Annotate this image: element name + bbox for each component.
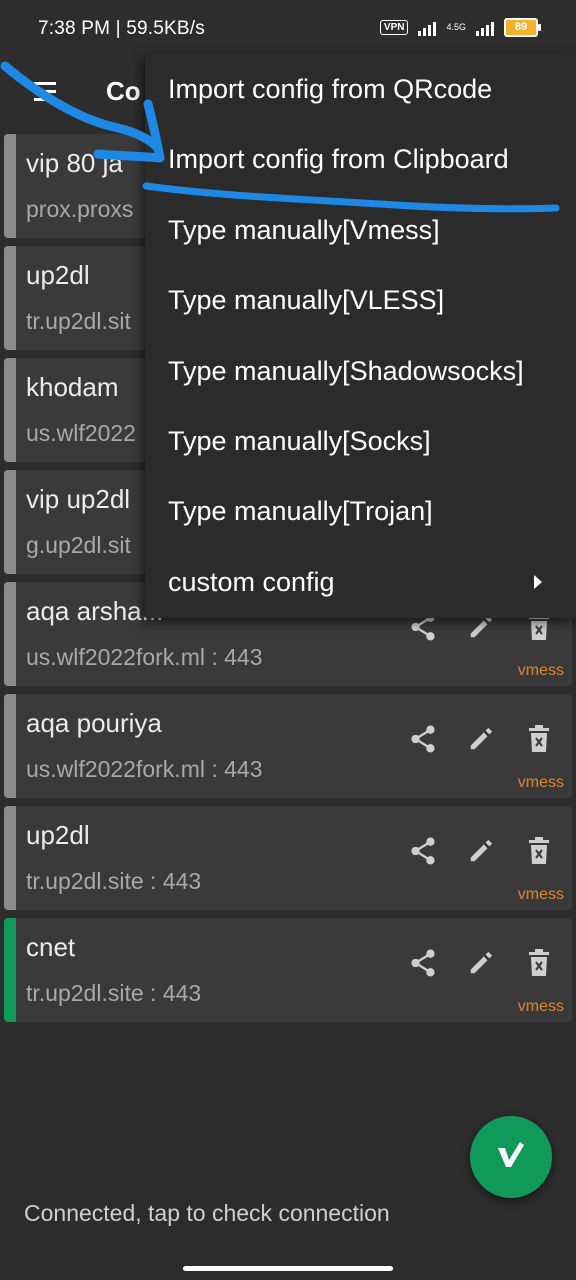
vpn-icon: VPN	[379, 20, 409, 35]
server-name: vip 80 ja	[26, 148, 123, 178]
menu-item-type-vmess[interactable]: Type manually[Vmess]	[168, 195, 440, 265]
server-name: up2dl	[26, 260, 90, 290]
status-stripe	[4, 470, 16, 574]
server-name: cnet	[26, 932, 76, 962]
server-address: us.wlf2022fork.ml : 443	[26, 644, 263, 670]
share-icon[interactable]	[410, 836, 436, 866]
status-stripe	[4, 694, 16, 798]
server-address: us.wlf2022	[26, 420, 136, 446]
server-card-selected[interactable]: cnet tr.up2dl.site : 443 vmess	[4, 918, 572, 1022]
status-bar: 7:38 PM | 59.5KB/s VPN 4.5G 89	[0, 0, 576, 62]
edit-icon[interactable]	[468, 948, 494, 978]
server-card[interactable]: aqa pouriya us.wlf2022fork.ml : 443 vmes…	[4, 694, 572, 798]
status-stripe	[4, 806, 16, 910]
protocol-label: vmess	[517, 662, 564, 679]
menu-item-custom-config[interactable]: custom config	[168, 547, 335, 617]
server-address: prox.proxs	[26, 196, 134, 222]
toolbar-title: Co	[106, 76, 141, 106]
hamburger-menu-icon[interactable]	[34, 82, 56, 106]
server-address: tr.up2dl.site : 443	[26, 868, 202, 894]
battery-icon: 89	[504, 18, 541, 37]
home-indicator[interactable]	[183, 1266, 393, 1271]
status-icons: VPN 4.5G 89	[379, 18, 541, 37]
server-name: up2dl	[26, 820, 90, 850]
menu-item-type-shadowsocks[interactable]: Type manually[Shadowsocks]	[168, 336, 524, 406]
menu-item-type-vless[interactable]: Type manually[VLESS]	[168, 265, 444, 335]
menu-item-type-trojan[interactable]: Type manually[Trojan]	[168, 476, 433, 546]
protocol-label: vmess	[517, 774, 564, 791]
delete-icon[interactable]	[526, 836, 552, 866]
menu-item-import-clipboard[interactable]: Import config from Clipboard	[168, 124, 509, 194]
delete-icon[interactable]	[526, 948, 552, 978]
edit-icon[interactable]	[468, 724, 494, 754]
menu-item-import-qrcode[interactable]: Import config from QRcode	[168, 54, 492, 124]
connection-status-text: Connected, tap to check connection	[24, 1200, 390, 1226]
protocol-label: vmess	[517, 998, 564, 1015]
server-address: tr.up2dl.site : 443	[26, 980, 202, 1006]
add-config-menu: Import config from QRcode Import config …	[145, 54, 576, 618]
server-card[interactable]: up2dl tr.up2dl.site : 443 vmess	[4, 806, 572, 910]
connect-fab-button[interactable]	[470, 1116, 552, 1198]
status-stripe	[4, 246, 16, 350]
submenu-arrow-icon	[534, 575, 542, 589]
signal-icon-2	[476, 20, 494, 36]
edit-icon[interactable]	[468, 836, 494, 866]
share-icon[interactable]	[410, 948, 436, 978]
delete-icon[interactable]	[526, 724, 552, 754]
server-address: g.up2dl.sit	[26, 532, 131, 558]
status-stripe	[4, 582, 16, 686]
protocol-label: vmess	[517, 886, 564, 903]
signal-icon	[418, 20, 437, 36]
server-address: us.wlf2022fork.ml : 443	[26, 756, 263, 782]
server-address: tr.up2dl.sit	[26, 308, 131, 334]
server-name: aqa arsha...	[26, 596, 164, 626]
status-stripe	[4, 358, 16, 462]
share-icon[interactable]	[410, 724, 436, 754]
server-name: aqa pouriya	[26, 708, 162, 738]
menu-item-type-socks[interactable]: Type manually[Socks]	[168, 406, 431, 476]
status-time: 7:38 PM | 59.5KB/s	[38, 18, 205, 39]
server-name: vip up2dl	[26, 484, 131, 514]
status-stripe	[4, 918, 16, 1022]
v-logo-icon	[496, 1141, 526, 1173]
status-stripe	[4, 134, 16, 238]
network-type: 4.5G	[446, 22, 466, 32]
server-name: khodam	[26, 372, 119, 402]
